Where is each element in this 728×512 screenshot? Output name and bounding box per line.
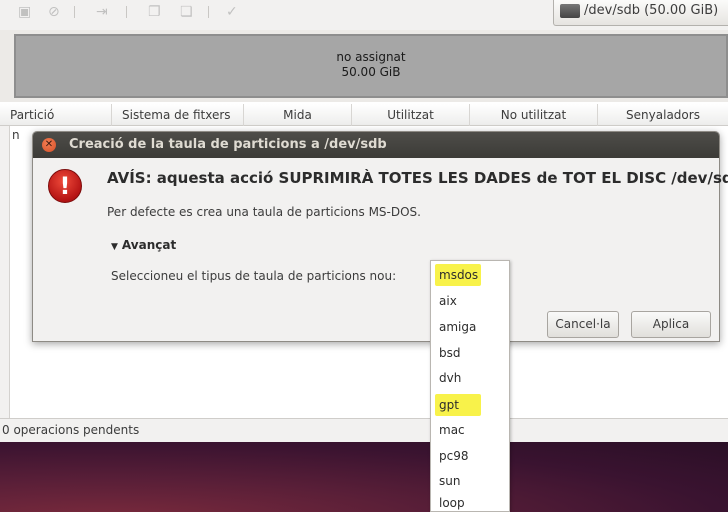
unallocated-label: no assignat — [336, 50, 406, 64]
toolbar: ▣ ⊘ ⇥ ❐ ❏ ✓ /dev/sdb (50.00 GiB) — [0, 0, 728, 30]
option-gpt[interactable]: gpt — [435, 394, 481, 416]
harddisk-icon — [560, 4, 580, 18]
cancel-button[interactable]: Cancel·la — [547, 311, 619, 338]
device-select[interactable]: /dev/sdb (50.00 GiB) — [553, 0, 728, 26]
column-used[interactable]: Utilitzat — [352, 104, 470, 126]
option-msdos[interactable]: msdos — [435, 264, 481, 286]
apply-icon[interactable]: ✓ — [226, 4, 238, 20]
column-partition[interactable]: Partició — [0, 104, 112, 126]
table-row[interactable]: n — [12, 128, 20, 142]
dialog-title: Creació de la taula de particions a /dev… — [69, 137, 387, 152]
pending-operations: 0 operacions pendents — [2, 423, 140, 437]
warning-heading: AVÍS: aquesta acció SUPRIMIRÀ TOTES LES … — [107, 169, 728, 187]
option-aix[interactable]: aix — [435, 290, 457, 312]
column-filesystem[interactable]: Sistema de fitxers — [112, 104, 244, 126]
resize-icon[interactable]: ⇥ — [96, 4, 108, 20]
disk-map: no assignat 50.00 GiB — [0, 30, 728, 102]
status-bar: 0 operacions pendents — [0, 418, 728, 442]
unallocated-size: 50.00 GiB — [341, 65, 401, 79]
toolbar-separator — [208, 6, 209, 18]
warning-detail: Per defecte es crea una taula de partici… — [107, 205, 421, 219]
create-partition-table-dialog: ✕ Creació de la taula de particions a /d… — [32, 131, 728, 342]
unallocated-block[interactable]: no assignat 50.00 GiB — [14, 34, 728, 98]
column-flags[interactable]: Senyaladors — [598, 104, 728, 126]
option-dvh[interactable]: dvh — [435, 367, 461, 389]
partition-table-header: Partició Sistema de fitxers Mida Utilitz… — [0, 104, 728, 126]
close-icon[interactable]: ✕ — [42, 138, 56, 152]
toolbar-separator — [74, 6, 75, 18]
toolbar-separator — [126, 6, 127, 18]
option-amiga[interactable]: amiga — [435, 316, 476, 338]
option-sun[interactable]: sun — [435, 470, 460, 492]
dialog-titlebar[interactable]: ✕ Creació de la taula de particions a /d… — [33, 132, 719, 158]
advanced-label: Avançat — [121, 238, 177, 252]
apply-button[interactable]: Aplica — [631, 311, 711, 338]
column-unused[interactable]: No utilitzat — [470, 104, 598, 126]
option-pc98[interactable]: pc98 — [435, 445, 468, 467]
option-loop[interactable]: loop — [435, 495, 465, 512]
delete-icon[interactable]: ⊘ — [48, 4, 60, 20]
column-size[interactable]: Mida — [244, 104, 352, 126]
warning-icon: ! — [48, 169, 82, 203]
device-select-label: /dev/sdb (50.00 GiB) — [584, 3, 719, 18]
option-mac[interactable]: mac — [435, 419, 465, 441]
option-bsd[interactable]: bsd — [435, 342, 461, 364]
left-frame — [0, 126, 10, 418]
paste-icon[interactable]: ❏ — [180, 4, 193, 20]
expander-arrow-icon: ▼ — [111, 242, 118, 252]
advanced-expander[interactable]: ▼ Avançat — [111, 238, 176, 252]
table-type-label: Seleccioneu el tipus de taula de partici… — [111, 269, 397, 283]
copy-icon[interactable]: ❐ — [148, 4, 161, 20]
table-type-dropdown[interactable]: msdos aix amiga bsd dvh gpt mac pc98 sun… — [430, 260, 510, 512]
desktop-background — [0, 442, 728, 512]
new-icon[interactable]: ▣ — [18, 4, 31, 20]
